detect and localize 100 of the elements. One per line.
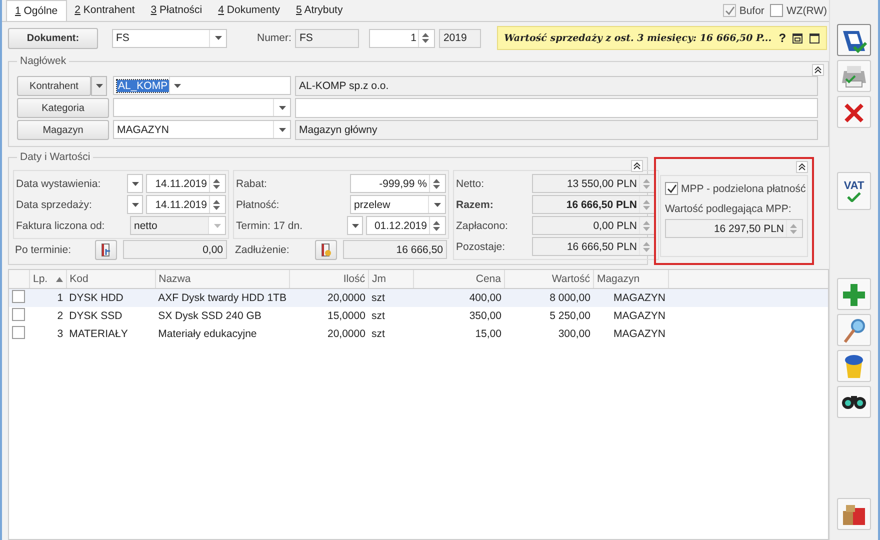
table-cell: 8 000,00 — [504, 288, 594, 307]
mpp-amount-field: 16 297,50 PLN — [665, 219, 803, 238]
date-field[interactable]: 14.11.2019 — [146, 195, 226, 214]
collapse-icon[interactable] — [796, 161, 808, 173]
checkbox[interactable] — [12, 308, 25, 321]
checkbox[interactable] — [12, 326, 25, 339]
column-header[interactable]: Wartość — [504, 270, 594, 288]
table-cell: szt — [368, 288, 414, 307]
caret-icon — [174, 84, 182, 88]
document-button[interactable]: Dokument: — [8, 28, 98, 48]
table-cell-text: 20,0000 — [326, 327, 366, 342]
series-field: FS — [295, 28, 360, 48]
up-down-arrows-icon — [642, 240, 650, 252]
description-field[interactable] — [295, 98, 818, 118]
table-cell-text: MAGAZYN — [612, 327, 666, 342]
field-label: Termin: 17 dn. — [236, 220, 304, 232]
help-button[interactable]: ? — [778, 31, 786, 45]
table-cell: 5 250,00 — [504, 307, 594, 325]
up-down-arrows-icon — [790, 222, 796, 234]
total-field: 16 666,50 PLN — [532, 237, 656, 256]
value-combo[interactable]: AL_KOMP — [113, 76, 291, 95]
table-cell: 1 — [30, 288, 66, 307]
checkbox[interactable] — [12, 290, 25, 303]
total-label: Razem: — [456, 198, 494, 210]
caret-icon — [96, 84, 102, 88]
toolbar-button[interactable]: VAT — [837, 172, 872, 210]
column-header[interactable]: Kod — [66, 270, 156, 288]
table-cell-text: MATERIAŁY — [68, 327, 129, 342]
date-field[interactable]: 01.12.2019 — [366, 216, 446, 235]
description-field: AL-KOMP sp.z o.o. — [295, 76, 818, 96]
checkbox[interactable] — [770, 4, 784, 17]
tab[interactable]: 1 Ogólne — [6, 0, 67, 21]
tab[interactable]: 5 Atrybuty — [288, 0, 351, 21]
tab[interactable]: 4 Dokumenty — [210, 0, 288, 21]
icon-button[interactable] — [95, 240, 117, 260]
total-field: 16 666,50 PLN — [532, 195, 656, 214]
document-type-combo[interactable]: FS — [112, 28, 227, 48]
table-cell: DYSK HDD — [66, 288, 156, 307]
checkbox[interactable] — [665, 182, 678, 195]
field-button[interactable]: Kontrahent — [17, 76, 91, 96]
column-header[interactable]: Cena — [413, 270, 504, 288]
table-cell: 15,0000 — [289, 307, 368, 325]
up-down-arrows-icon — [432, 220, 440, 232]
number-field[interactable]: 1 — [369, 28, 436, 48]
table-cell: AXF Dysk twardy HDD 1TB — [155, 288, 290, 307]
caret-icon — [132, 182, 138, 186]
year-field: 2019 — [439, 28, 482, 48]
spin-button[interactable] — [209, 175, 222, 192]
table-row[interactable]: 2 DYSK SSD SX Dysk SSD 240 GB 15,0000 szt 350,00 5 250,00 MAGAZYN — [9, 307, 828, 325]
combo-field[interactable]: przelew — [350, 195, 446, 214]
table-cell-text: 3 — [56, 327, 64, 342]
up-down-arrows-icon — [642, 198, 650, 210]
dropdown-button[interactable] — [91, 76, 107, 96]
column-header[interactable]: Lp. — [30, 270, 66, 288]
column-header[interactable]: Jm — [368, 270, 414, 288]
field-label: Rabat: — [236, 178, 268, 190]
total-field: 13 550,00 PLN — [532, 174, 656, 193]
sales-info-text: Wartość sprzedaży z ost. 3 miesięcy: 16 666,50 P... — [504, 32, 773, 44]
up-down-arrows-icon — [432, 178, 440, 190]
column-header[interactable]: Nazwa — [155, 270, 290, 288]
field-label: Wartość podlegająca MPP: — [665, 203, 792, 215]
tab[interactable]: 3 Płatności — [142, 0, 210, 21]
checkbox-label: Bufor — [739, 4, 764, 16]
caret-icon — [278, 128, 286, 132]
icon-button[interactable] — [315, 240, 337, 260]
maximize-icon[interactable] — [809, 32, 820, 44]
spin-button[interactable] — [418, 30, 432, 46]
dropdown-button[interactable] — [127, 174, 143, 193]
combo-field: netto — [130, 216, 226, 235]
field-button[interactable]: Kategoria — [17, 98, 109, 118]
toolbar-button[interactable] — [837, 386, 872, 418]
field-label: Data wystawienia: — [16, 178, 102, 190]
number-field[interactable]: -999,99 % — [350, 174, 446, 193]
collapse-icon[interactable] — [631, 160, 643, 172]
table-row[interactable]: 3 MATERIAŁY Materiały edukacyjne 20,0000 szt 15,00 300,00 MAGAZYN — [9, 325, 828, 343]
spin-button[interactable] — [429, 175, 442, 192]
table-cell-text: Materiały edukacyjne — [157, 327, 258, 342]
collapse-icon[interactable] — [812, 64, 824, 76]
spin-button[interactable] — [209, 196, 222, 213]
table-cell: szt — [368, 307, 414, 325]
value-combo[interactable]: MAGAZYN — [113, 120, 291, 139]
dropdown-button[interactable] — [347, 216, 363, 235]
window-icon[interactable] — [792, 32, 804, 44]
column-header[interactable]: Magazyn — [593, 270, 668, 288]
field-label: Po terminie: — [15, 244, 72, 256]
field-label: Płatność: — [236, 198, 280, 210]
number-label: Numer: — [257, 32, 292, 44]
field-button[interactable]: Magazyn — [17, 120, 109, 140]
dropdown-button[interactable] — [127, 195, 143, 214]
checkbox-label: MPP - podzielona płatność — [681, 182, 806, 194]
total-label: Netto: — [456, 178, 486, 190]
field-label: Zadłużenie: — [235, 244, 290, 256]
date-field[interactable]: 14.11.2019 — [146, 174, 226, 193]
binoculars-icon — [842, 396, 866, 408]
column-header[interactable]: Ilość — [289, 270, 368, 288]
total-label: Pozostaje: — [456, 240, 506, 252]
spin-button[interactable] — [429, 217, 442, 234]
table-row[interactable]: 1 DYSK HDD AXF Dysk twardy HDD 1TB 20,0000 szt 400,00 8 000,00 MAGAZYN — [9, 288, 828, 307]
tab[interactable]: 2 Kontrahent — [66, 0, 143, 21]
description-field: Magazyn główny — [295, 120, 818, 140]
